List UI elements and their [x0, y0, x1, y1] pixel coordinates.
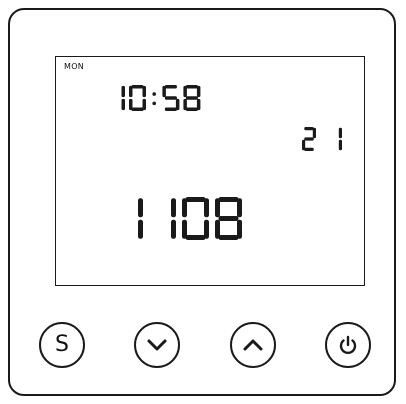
- digit-segment: [312, 127, 316, 139]
- digit-segment: [304, 127, 314, 131]
- digit-segment: [138, 219, 143, 239]
- small-readout: [302, 127, 342, 151]
- colon-dot: [152, 101, 156, 106]
- digit-segment: [182, 198, 187, 218]
- up-button[interactable]: [230, 322, 276, 368]
- chevron-up-icon: [243, 339, 263, 351]
- digit-segment: [196, 85, 201, 98]
- digit-segment: [142, 85, 146, 98]
- digit-segment: [121, 85, 125, 98]
- digit-segment: [185, 85, 198, 89]
- digit-segment: [237, 198, 242, 218]
- digit-segment: [338, 139, 342, 151]
- chevron-down-icon: [147, 339, 167, 351]
- digit-segment: [185, 107, 198, 111]
- digit-segment: [185, 96, 198, 100]
- power-button[interactable]: [325, 322, 371, 368]
- digit-segment: [164, 107, 177, 111]
- digit-segment: [131, 107, 144, 111]
- power-icon: [339, 335, 357, 355]
- digit-segment: [164, 96, 177, 100]
- down-button[interactable]: [134, 322, 180, 368]
- digit-segment: [304, 147, 314, 151]
- digit-segment: [164, 85, 177, 89]
- digit-segment: [182, 219, 187, 239]
- digit-segment: [185, 235, 206, 240]
- lcd-display: MON: [55, 56, 365, 286]
- digit-segment: [183, 98, 187, 111]
- thermostat-panel: MON S: [8, 8, 396, 396]
- digit-segment: [129, 98, 133, 111]
- digit-segment: [131, 85, 144, 89]
- digit-segment: [185, 197, 206, 202]
- large-readout: [138, 197, 242, 240]
- digit-segment: [215, 198, 220, 218]
- digit-segment: [129, 85, 133, 98]
- digit-segment: [218, 235, 239, 240]
- segment-display: [121, 85, 342, 240]
- digit-segment: [162, 85, 166, 98]
- clock-readout: [121, 85, 201, 111]
- digit-segment: [338, 127, 342, 139]
- colon-dot: [152, 92, 156, 96]
- digit-segment: [218, 197, 239, 202]
- digit-segment: [302, 139, 306, 151]
- set-button[interactable]: S: [39, 322, 85, 368]
- digit-segment: [215, 219, 220, 239]
- digit-segment: [171, 198, 176, 218]
- digit-segment: [218, 216, 239, 221]
- digit-segment: [138, 198, 143, 218]
- digit-segment: [304, 137, 314, 141]
- set-button-label: S: [55, 332, 69, 357]
- digit-segment: [121, 98, 125, 111]
- digit-segment: [183, 85, 187, 98]
- digit-segment: [171, 219, 176, 239]
- digit-segment: [204, 198, 209, 218]
